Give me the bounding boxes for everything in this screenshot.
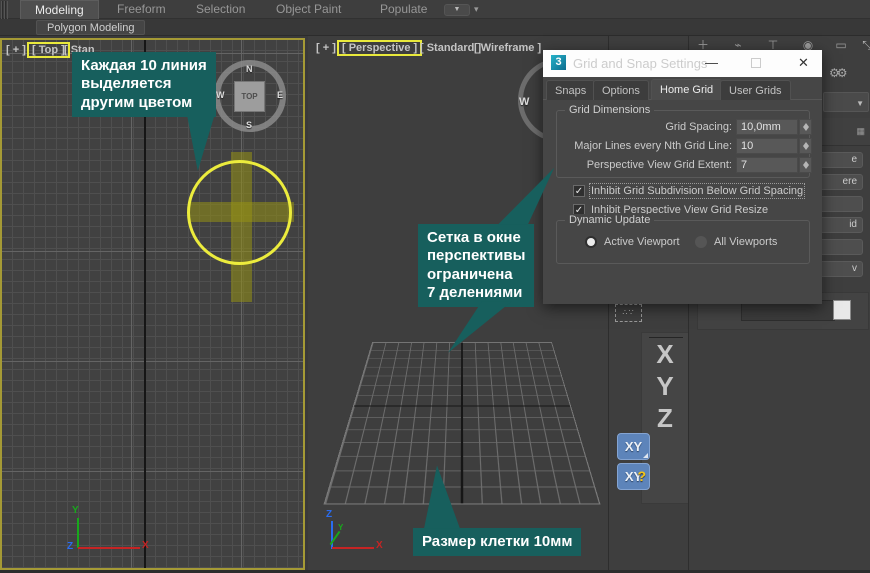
callout-cell-size: Размер клетки 10мм [413,528,581,556]
callout-perspective-extent: Сетка в окне перспективы ограничена 7 де… [418,224,534,307]
display-tab-icon[interactable]: ▭ [829,38,853,52]
axis-x-line [78,547,140,549]
lattice-selection-icon[interactable]: ∴∵ [615,304,642,322]
radio-active-viewport[interactable] [585,236,597,248]
flyout-corner-icon [643,453,648,458]
axis-y-label: Y [338,523,343,532]
polygon-modeling-panel-button[interactable]: Polygon Modeling [36,20,145,35]
ribbon-tab-modeling[interactable]: Modeling [20,0,99,19]
object-color-swatch[interactable] [833,300,851,320]
rollout-strip: ▦ [821,118,870,146]
minimize-button[interactable]: — [705,55,718,70]
xy-label: XY [625,439,642,454]
grid-extent-label: Perspective View Grid Extent: [587,159,732,171]
checkbox-inhibit-subdivision[interactable]: ✓ [573,185,585,197]
viewport-top[interactable]: TOP N E S W [ + ] [ Top ] [ Stan Y X Z [0,38,305,570]
grid-y-axis [461,343,464,504]
ribbon-minimize-caret-icon[interactable]: ▾ [474,4,479,15]
viewport-menu-mode[interactable]: [ Wireframe ] [474,42,541,54]
group-title: Dynamic Update [565,214,654,226]
viewport-menu-view-perspective[interactable]: [ Perspective ] [337,40,422,56]
tab-options[interactable]: Options [593,80,649,100]
max-logo-icon: 3 [551,55,566,70]
viewcube-west-label: W [216,90,225,100]
callout-major-lines: Каждая 10 линия выделяется другим цветом [72,52,216,117]
spinner-icon[interactable] [799,138,812,154]
grid-snap-settings-dialog: 3 Grid and Snap Settings — ✕ Snaps Optio… [543,50,822,304]
close-button[interactable]: ✕ [798,55,809,71]
snaps-axis-constraint-button[interactable]: XY ? [617,463,650,490]
axis-x-line [332,547,374,549]
axis-z-label: Z [326,509,332,520]
spinner-icon[interactable] [799,157,812,173]
grid-pattern-icon: ▦ [856,126,865,137]
tab-snaps[interactable]: Snaps [546,80,595,100]
major-lines-field[interactable]: 10 [736,138,798,154]
gears-icon[interactable]: ⚙⚙ [829,66,845,80]
ribbon-tab-object-paint[interactable]: Object Paint [262,0,355,19]
viewcube-west-label: W [519,96,529,108]
tab-user-grids[interactable]: User Grids [720,80,791,100]
constraint-z-button[interactable]: Z [641,403,689,434]
ribbon-tab-freeform[interactable]: Freeform [103,0,180,19]
grid-spacing-field[interactable]: 10,0mm [736,119,798,135]
viewport-menu-plus[interactable]: [ + ] [6,44,26,56]
checkbox-label: Inhibit Grid Subdivision Below Grid Spac… [591,185,803,197]
axis-x-label: X [376,540,383,551]
group-title: Grid Dimensions [565,104,654,116]
snap-hook-icon: ? [637,464,646,489]
viewcube-south-label: S [246,120,252,130]
viewcube-east-label: E [277,90,283,100]
toolbar-divider [649,337,683,338]
constraint-y-button[interactable]: Y [641,371,689,402]
axis-z-label: Z [67,541,73,552]
app-window: Modeling Freeform Selection Object Paint… [0,0,870,573]
ribbon-tab-populate[interactable]: Populate [366,0,441,19]
axis-y-label: Y [72,505,79,516]
viewcube-top-face[interactable]: TOP [234,81,265,112]
dropdown-selector[interactable]: ▼ [823,92,869,112]
constraint-x-button[interactable]: X [641,339,689,370]
tab-home-grid[interactable]: Home Grid [651,79,722,100]
viewcube-north-label: N [246,64,253,74]
dialog-title: Grid and Snap Settings [573,56,707,71]
radio-label: All Viewports [714,236,777,248]
maximize-button[interactable] [751,58,761,68]
radio-all-viewports[interactable] [695,236,707,248]
major-lines-label: Major Lines every Nth Grid Line: [574,140,732,152]
viewport-menu-shading[interactable]: [ Standard ] [420,42,481,54]
radio-label: Active Viewport [604,236,680,248]
dropdown-caret-icon: ▼ [856,99,864,108]
ribbon-tab-selection[interactable]: Selection [182,0,259,19]
axis-x-label: X [142,540,149,551]
utilities-tab-icon[interactable]: ⤡ [855,38,870,52]
annotation-circle [187,160,292,265]
grid-extent-field[interactable]: 7 [736,157,798,173]
constraint-xy-button[interactable]: XY [617,433,650,460]
ribbon-minimize-icon[interactable]: ▼ [444,4,470,16]
perspective-grid [324,342,601,504]
spinner-icon[interactable] [799,119,812,135]
grid-origin-axis [144,40,146,568]
grid-spacing-label: Grid Spacing: [665,121,732,133]
axis-y-line [77,518,79,548]
viewport-menu-plus[interactable]: [ + ] [316,42,336,54]
